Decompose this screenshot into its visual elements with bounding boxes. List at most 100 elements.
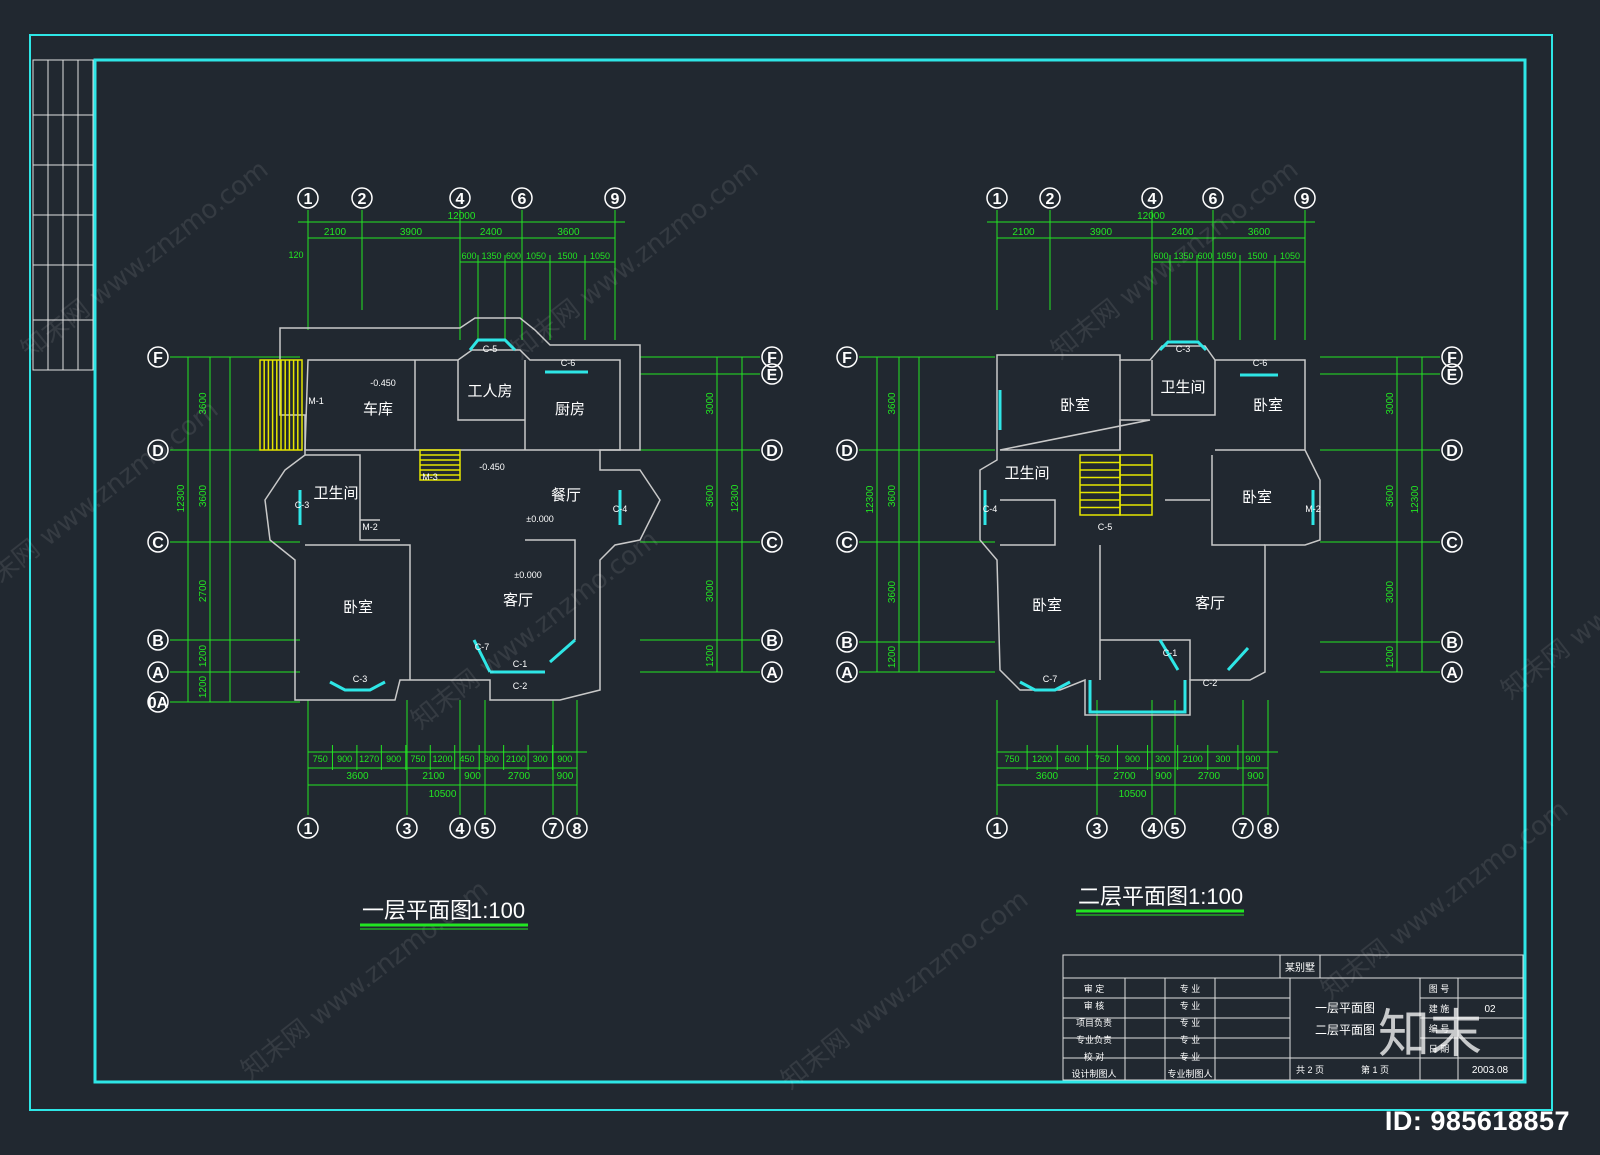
dim-left: 1200 (198, 644, 209, 667)
dim-top-row2: 1500 (1247, 251, 1267, 261)
component-label: C-3 (353, 674, 368, 684)
axis-right-A: A (766, 665, 778, 682)
dim-bottom-row2: 3600 (346, 771, 369, 782)
room-label-kitchen: 厨房 (555, 401, 585, 418)
dim-bottom-row1: 300 (533, 754, 548, 764)
watermark-text: 知末网 www.znzmo.com (1316, 795, 1574, 1006)
dim-bottom-row1: 300 (484, 754, 499, 764)
room-label-bedroom_e: 卧室 (1242, 489, 1272, 506)
dim-bottom-row1: 2100 (1183, 754, 1203, 764)
axis-top-6: 6 (518, 191, 527, 208)
dim-bottom-row2: 2700 (508, 771, 531, 782)
dim-top-row1: 3900 (400, 227, 423, 238)
axis-bottom-5: 5 (1171, 821, 1180, 838)
axis-right-D: D (766, 443, 778, 460)
component-label: C-3 (295, 500, 310, 510)
axis-top-4: 4 (1148, 191, 1157, 208)
title-block-discipline: 专业制图人 (1167, 1068, 1212, 1079)
axis-top-2: 2 (358, 191, 367, 208)
component-label: M-2 (362, 522, 378, 532)
window (1088, 680, 1187, 714)
axis-bottom-7: 7 (1239, 821, 1248, 838)
watermark-layer: 知末网 www.znzmo.com 知末网 www.znzmo.com 知末网 ww… (0, 155, 1600, 1096)
axis-left-A: A (841, 665, 853, 682)
dim-bottom-row1: 2100 (506, 754, 526, 764)
dim-top-row2: 1500 (557, 251, 577, 261)
title-block-discipline: 专 业 (1180, 983, 1201, 994)
dim-right: 3600 (1385, 484, 1396, 507)
component-label: C-4 (983, 504, 998, 514)
room-label-living: 客厅 (1195, 595, 1225, 612)
component-label: C-7 (1043, 674, 1058, 684)
dim-bottom-row1: 900 (386, 754, 401, 764)
dim-bottom-row1: 900 (337, 754, 352, 764)
dim-left-total: 12300 (176, 484, 187, 512)
plan2-scale: 1:100 (1188, 884, 1243, 909)
title-block-discipline: 专 业 (1180, 1000, 1201, 1011)
component-label: C-6 (561, 358, 576, 368)
component-label: C-3 (1176, 344, 1191, 354)
component-label: C-5 (483, 344, 498, 354)
wall-inner (1100, 639, 1191, 680)
dim-top-row1: 2100 (1012, 227, 1035, 238)
axis-left-B: B (841, 635, 853, 652)
dim-bottom-row1: 750 (313, 754, 328, 764)
dim-left: 3600 (887, 580, 898, 603)
component-label: M-3 (422, 472, 438, 482)
dim-right: 3000 (705, 392, 716, 415)
window (1226, 646, 1250, 672)
title-block-drawing-name: 一层平面图 (1315, 1001, 1375, 1015)
image-id-label: ID: 985618857 (1384, 1106, 1570, 1136)
axis-left-0A: 0A (148, 695, 169, 712)
title-block-role: 审 定 (1084, 983, 1105, 994)
axis-bottom-4: 4 (456, 821, 465, 838)
watermark-text: 知末网 www.znzmo.com (16, 155, 274, 366)
dim-top-row1: 3600 (1248, 227, 1271, 238)
component-label: C-2 (1203, 678, 1218, 688)
title-block-project: 某别墅 (1285, 962, 1315, 974)
axis-left-F: F (842, 350, 852, 367)
axis-top-9: 9 (611, 191, 620, 208)
title-block-discipline: 专 业 (1180, 1017, 1201, 1028)
room-label-bath_w: 卫生间 (1004, 465, 1049, 482)
dim-bottom-row1: 450 (459, 754, 474, 764)
axis-top-6: 6 (1209, 191, 1218, 208)
dim-left: 3600 (198, 484, 209, 507)
dim-bottom-row1: 900 (1245, 754, 1260, 764)
title-block-discipline: 专 业 (1180, 1034, 1201, 1045)
dim-top-row1: 3600 (557, 227, 580, 238)
axis-right-A: A (1446, 665, 1458, 682)
room-label-bedroom: 卧室 (343, 599, 373, 616)
level-label: -0.450 (370, 378, 396, 388)
dim-left: 1200 (887, 645, 898, 668)
dim-right: 3000 (1385, 580, 1396, 603)
window (549, 638, 576, 664)
axis-top-4: 4 (456, 191, 465, 208)
first-floor-plan: 1 2 4 6 9120002100 3900 2400 3600600 1350 600 1050… (147, 187, 783, 839)
brand-watermark: 知末 (1378, 1005, 1482, 1065)
outer-border (29, 34, 1553, 1111)
component-label: C-2 (513, 681, 528, 691)
dim-right: 1200 (705, 644, 716, 667)
axis-left-C: C (841, 535, 853, 552)
dim-top-row1: 2400 (480, 227, 503, 238)
title-block-page: 第 1 页 (1361, 1064, 1389, 1075)
axis-left-C: C (152, 535, 164, 552)
dim-top-row2: 1350 (481, 251, 501, 261)
component-label: M-1 (308, 396, 324, 406)
wall-outline (999, 419, 1151, 451)
axis-right-C: C (766, 535, 778, 552)
dim-top-row2: 1050 (590, 251, 610, 261)
axis-bottom-8: 8 (1264, 821, 1273, 838)
component-label: C-1 (1163, 648, 1178, 658)
room-label-bedroom_sw: 卧室 (1032, 597, 1062, 614)
room-label-bath: 卫生间 (313, 485, 358, 502)
dim-right: 1200 (1385, 645, 1396, 668)
watermark-text: 知末网 www.znzmo.com (776, 885, 1034, 1096)
dim-bottom-row1: 1200 (1032, 754, 1052, 764)
room-label-garage: 车库 (363, 401, 393, 418)
axis-bottom-3: 3 (1093, 821, 1102, 838)
title-block-role: 审 核 (1084, 1000, 1105, 1011)
room-label-bedroom_ne: 卧室 (1253, 397, 1283, 414)
component-label: C-5 (1098, 522, 1113, 532)
